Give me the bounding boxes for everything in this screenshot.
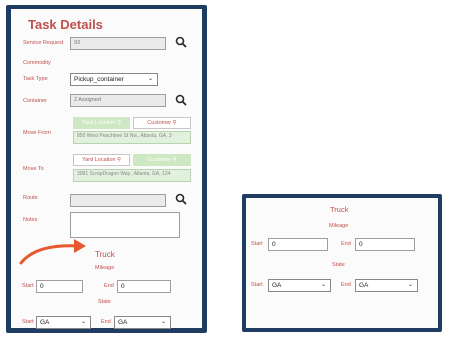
chevron-down-icon: ⌄ — [80, 319, 86, 325]
route-field[interactable] — [70, 194, 166, 207]
task-details-panel: Task Details Service Request 93 Commodit… — [6, 5, 207, 333]
task-type-select[interactable]: Pickup_container ⌄ — [70, 73, 158, 86]
service-request-field[interactable]: 93 — [70, 37, 166, 50]
state-end-label: End — [101, 319, 111, 325]
move-to-address[interactable]: 3081 ScrapDragon Way., Atlanta, GA, 124 — [73, 169, 191, 182]
truck-panel-body: Truck Mileage Start 0 End 0 State Start … — [246, 198, 438, 328]
mileage-start-input[interactable]: 0 — [268, 238, 328, 251]
state-end-value: GA — [359, 282, 369, 289]
move-to-label: Move To — [23, 166, 44, 172]
state-end-value: GA — [118, 319, 128, 326]
task-details-body: Task Details Service Request 93 Commodit… — [11, 9, 202, 329]
state-end-label: End — [341, 282, 351, 288]
move-to-tab-customer[interactable]: Customer ⚲ — [133, 154, 191, 166]
state-start-value: GA — [40, 319, 50, 326]
chevron-down-icon: ⌄ — [320, 282, 326, 288]
task-type-value: Pickup_container — [74, 76, 124, 83]
move-from-tab-customer[interactable]: Customer ⚲ — [133, 117, 191, 129]
state-end-select[interactable]: GA ⌄ — [114, 316, 171, 329]
state-start-select[interactable]: GA ⌄ — [268, 279, 331, 292]
move-from-tab-yard[interactable]: Yard Location ⚲ — [73, 117, 130, 129]
state-label: State — [98, 299, 111, 305]
chevron-down-icon: ⌄ — [147, 76, 153, 82]
truck-panel: Truck Mileage Start 0 End 0 State Start … — [242, 194, 442, 332]
search-icon[interactable] — [175, 94, 187, 106]
search-icon[interactable] — [175, 36, 187, 48]
chevron-down-icon: ⌄ — [407, 282, 413, 288]
mileage-start-input[interactable]: 0 — [36, 280, 83, 293]
mileage-end-input[interactable]: 0 — [117, 280, 171, 293]
state-start-label: Start — [22, 319, 34, 325]
mileage-start-label: Start — [22, 283, 34, 289]
search-icon: ⚲ — [117, 157, 122, 163]
service-request-label: Service Request — [23, 40, 64, 46]
container-field[interactable]: 2 Assigned — [70, 94, 166, 107]
container-label: Container — [23, 98, 47, 104]
route-label: Route — [23, 195, 38, 201]
chevron-down-icon: ⌄ — [160, 319, 166, 325]
notes-label: Notes — [23, 217, 38, 223]
move-from-label: Move From — [23, 130, 51, 136]
state-start-value: GA — [272, 282, 282, 289]
truck-title: Truck — [330, 205, 349, 214]
move-from-address[interactable]: 850 West Peachtree St Nw., Atlanta, GA, … — [73, 131, 191, 144]
mileage-start-label: Start — [251, 241, 263, 247]
state-end-select[interactable]: GA ⌄ — [355, 279, 418, 292]
commodity-label: Commodity — [23, 60, 51, 66]
mileage-end-label: End — [341, 241, 351, 247]
search-icon[interactable] — [175, 193, 187, 205]
mileage-end-label: End — [104, 283, 114, 289]
mileage-end-input[interactable]: 0 — [355, 238, 415, 251]
search-icon: ⚲ — [172, 120, 177, 126]
state-start-label: Start — [251, 282, 263, 288]
search-icon: ⚲ — [117, 120, 122, 126]
task-type-label: Task Type — [23, 76, 48, 82]
notes-textarea[interactable] — [70, 212, 180, 238]
search-icon: ⚲ — [172, 157, 177, 163]
panel-title: Task Details — [28, 17, 103, 32]
state-start-select[interactable]: GA ⌄ — [36, 316, 91, 329]
arrow-icon — [19, 239, 86, 265]
mileage-label: Mileage — [329, 223, 349, 229]
move-to-tab-yard[interactable]: Yard Location ⚲ — [73, 154, 130, 166]
state-label: State — [332, 262, 345, 268]
